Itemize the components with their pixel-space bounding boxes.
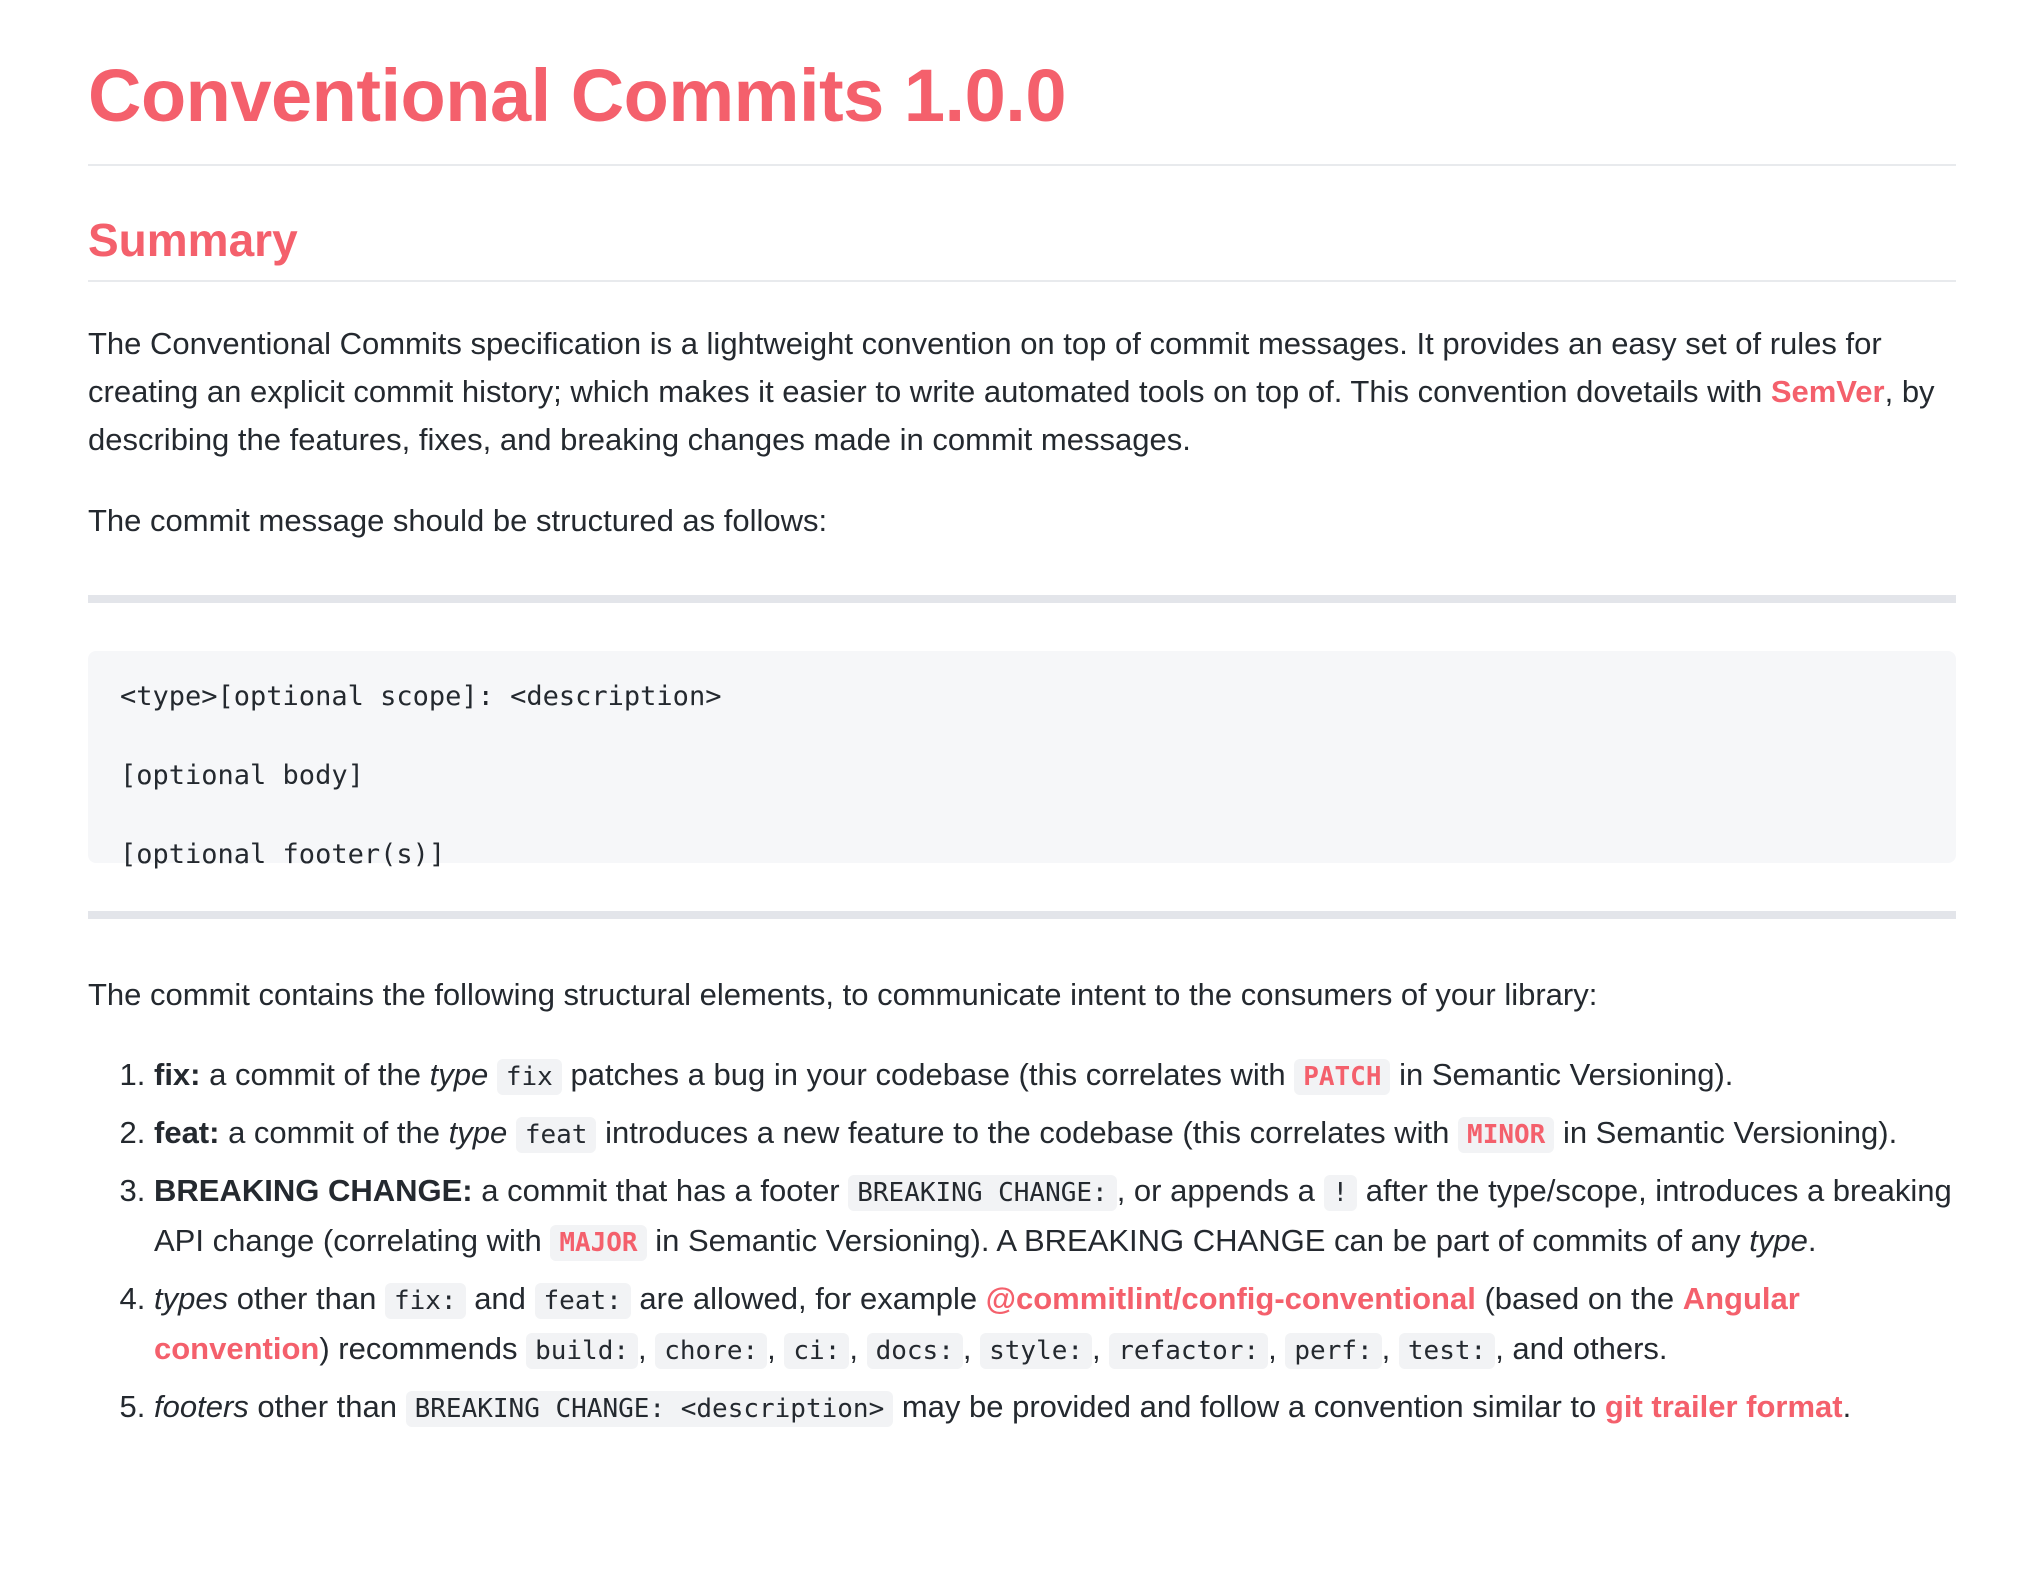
inline-code: ci: bbox=[784, 1333, 849, 1369]
inline-code: feat bbox=[516, 1117, 597, 1153]
inline-code: ! bbox=[1324, 1175, 1358, 1211]
summary-paragraph: The Conventional Commits specification i… bbox=[88, 320, 1956, 464]
horizontal-rule bbox=[88, 595, 1956, 603]
elements-intro: The commit contains the following struct… bbox=[88, 971, 1956, 1019]
commit-format-code-block: <type>[optional scope]: <description> [op… bbox=[88, 651, 1956, 863]
inline-code: BREAKING CHANGE: <description> bbox=[406, 1391, 894, 1427]
article: Conventional Commits 1.0.0 Summary The C… bbox=[88, 0, 1956, 1441]
horizontal-rule bbox=[88, 911, 1956, 919]
semver-link[interactable]: SemVer bbox=[1771, 374, 1885, 409]
git-trailer-format-link[interactable]: git trailer format bbox=[1605, 1389, 1843, 1424]
page-title: Conventional Commits 1.0.0 bbox=[88, 0, 1956, 164]
list-item-fix: fix: a commit of the type fix patches a … bbox=[154, 1051, 1956, 1101]
list-item-footers: footers other than BREAKING CHANGE: <des… bbox=[154, 1383, 1956, 1433]
inline-code: fix: bbox=[385, 1283, 466, 1319]
inline-code: feat: bbox=[535, 1283, 631, 1319]
list-item-feat: feat: a commit of the type feat introduc… bbox=[154, 1109, 1956, 1159]
page: Conventional Commits 1.0.0 Summary The C… bbox=[0, 0, 2026, 1578]
summary-heading: Summary bbox=[88, 166, 1956, 274]
inline-code-major: MAJOR bbox=[550, 1225, 646, 1261]
inline-code: build: bbox=[526, 1333, 638, 1369]
inline-code: docs: bbox=[867, 1333, 963, 1369]
list-item-breaking-change: BREAKING CHANGE: a commit that has a foo… bbox=[154, 1167, 1956, 1267]
inline-code: chore: bbox=[655, 1333, 767, 1369]
inline-code: refactor: bbox=[1109, 1333, 1268, 1369]
inline-code-minor: MINOR bbox=[1458, 1117, 1554, 1153]
commitlint-link[interactable]: @commitlint/config-conventional bbox=[986, 1281, 1476, 1316]
inline-code: style: bbox=[980, 1333, 1092, 1369]
inline-code: perf: bbox=[1285, 1333, 1381, 1369]
code-line: [optional body] bbox=[120, 756, 1924, 796]
inline-code-patch: PATCH bbox=[1294, 1059, 1390, 1095]
code-line: <type>[optional scope]: <description> bbox=[120, 677, 1924, 717]
code-line: [optional footer(s)] bbox=[120, 835, 1924, 875]
inline-code: BREAKING CHANGE: bbox=[848, 1175, 1116, 1211]
structural-elements-list: fix: a commit of the type fix patches a … bbox=[88, 1051, 1956, 1433]
inline-code: test: bbox=[1399, 1333, 1495, 1369]
structure-paragraph: The commit message should be structured … bbox=[88, 497, 1956, 545]
summary-divider bbox=[88, 280, 1956, 282]
list-item-types: types other than fix: and feat: are allo… bbox=[154, 1275, 1956, 1375]
inline-code: fix bbox=[497, 1059, 562, 1095]
